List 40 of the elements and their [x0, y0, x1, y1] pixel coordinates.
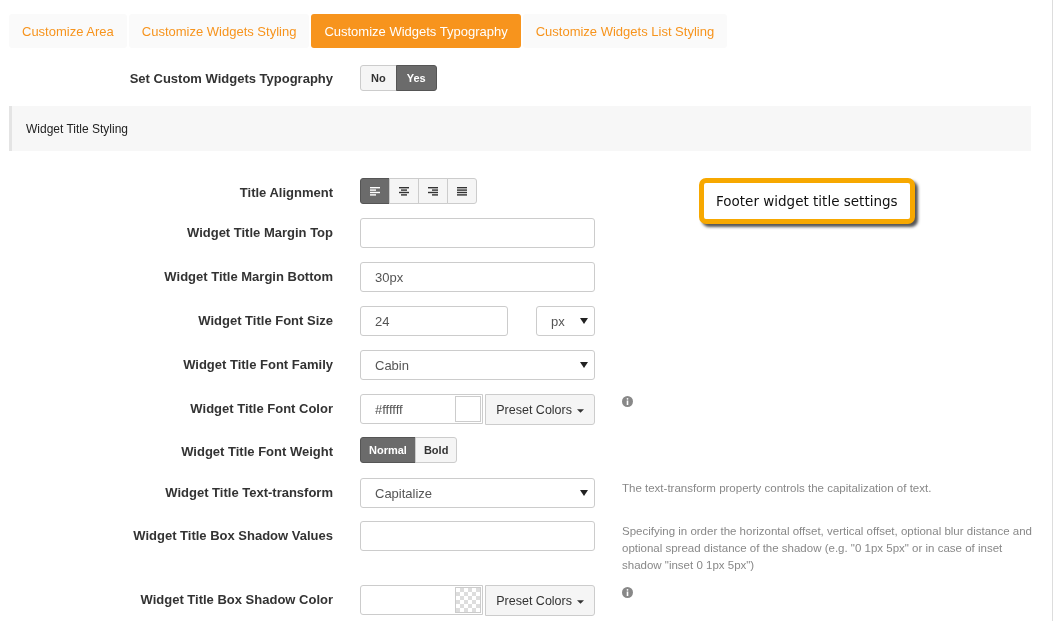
toggle-button[interactable]: Normal: [360, 437, 416, 463]
text-field[interactable]: 24: [360, 306, 508, 336]
section-title: Widget Title Styling: [26, 121, 129, 136]
help-text: Specifying in order the horizontal offset, vertical offset, optional blur distance and optional spread distance of the shadow (e.g. "0 1px 5px" or in case of inset shadow "inset 0 1px 5px"): [622, 524, 1033, 573]
text-field[interactable]: [360, 521, 595, 551]
align-center-icon: [399, 186, 409, 196]
align-justify-icon: [457, 186, 467, 196]
field-label: Widget Title Font Weight: [180, 443, 333, 461]
toggle-button[interactable]: Yes: [395, 65, 437, 91]
preset-colors-button[interactable]: Preset Colors: [485, 394, 595, 425]
caret-icon: [580, 318, 588, 324]
text-field[interactable]: [360, 218, 595, 248]
field-label: Widget Title Font Size: [197, 312, 333, 330]
select-field[interactable]: Capitalize: [360, 478, 595, 508]
align-button[interactable]: [360, 178, 390, 204]
callout-text: Footer widget title settings: [716, 193, 898, 209]
toggle-button[interactable]: Bold: [414, 437, 458, 463]
preset-colors-button[interactable]: Preset Colors: [485, 585, 595, 616]
field-label: Title Alignment: [238, 184, 333, 202]
field-label: Widget Title Font Color: [189, 400, 333, 418]
toggle-button[interactable]: No: [360, 65, 397, 91]
field-label: Widget Title Box Shadow Color: [139, 591, 333, 609]
field-label: Widget Title Margin Bottom: [163, 268, 333, 286]
field-label: Widget Title Font Family: [182, 356, 333, 374]
caret-icon: [577, 406, 584, 413]
unit-select[interactable]: px: [536, 306, 595, 336]
caret-icon: [580, 490, 588, 496]
field-label: Widget Title Margin Top: [186, 224, 333, 242]
caret-icon: [580, 362, 588, 368]
color-swatch[interactable]: [455, 396, 482, 422]
text-field[interactable]: 30px: [360, 262, 595, 292]
caret-icon: [577, 597, 584, 604]
field-label: Widget Title Text-transform: [164, 484, 333, 502]
field-label: Widget Title Box Shadow Values: [132, 527, 333, 545]
help-text: The text-transform property controls the capitalization of text.: [622, 481, 933, 496]
align-right-icon: [428, 186, 438, 196]
color-swatch[interactable]: [455, 587, 482, 613]
align-left-icon: [370, 186, 380, 196]
field-label: Set Custom Widgets Typography: [128, 70, 333, 86]
select-field[interactable]: Cabin: [360, 350, 595, 380]
